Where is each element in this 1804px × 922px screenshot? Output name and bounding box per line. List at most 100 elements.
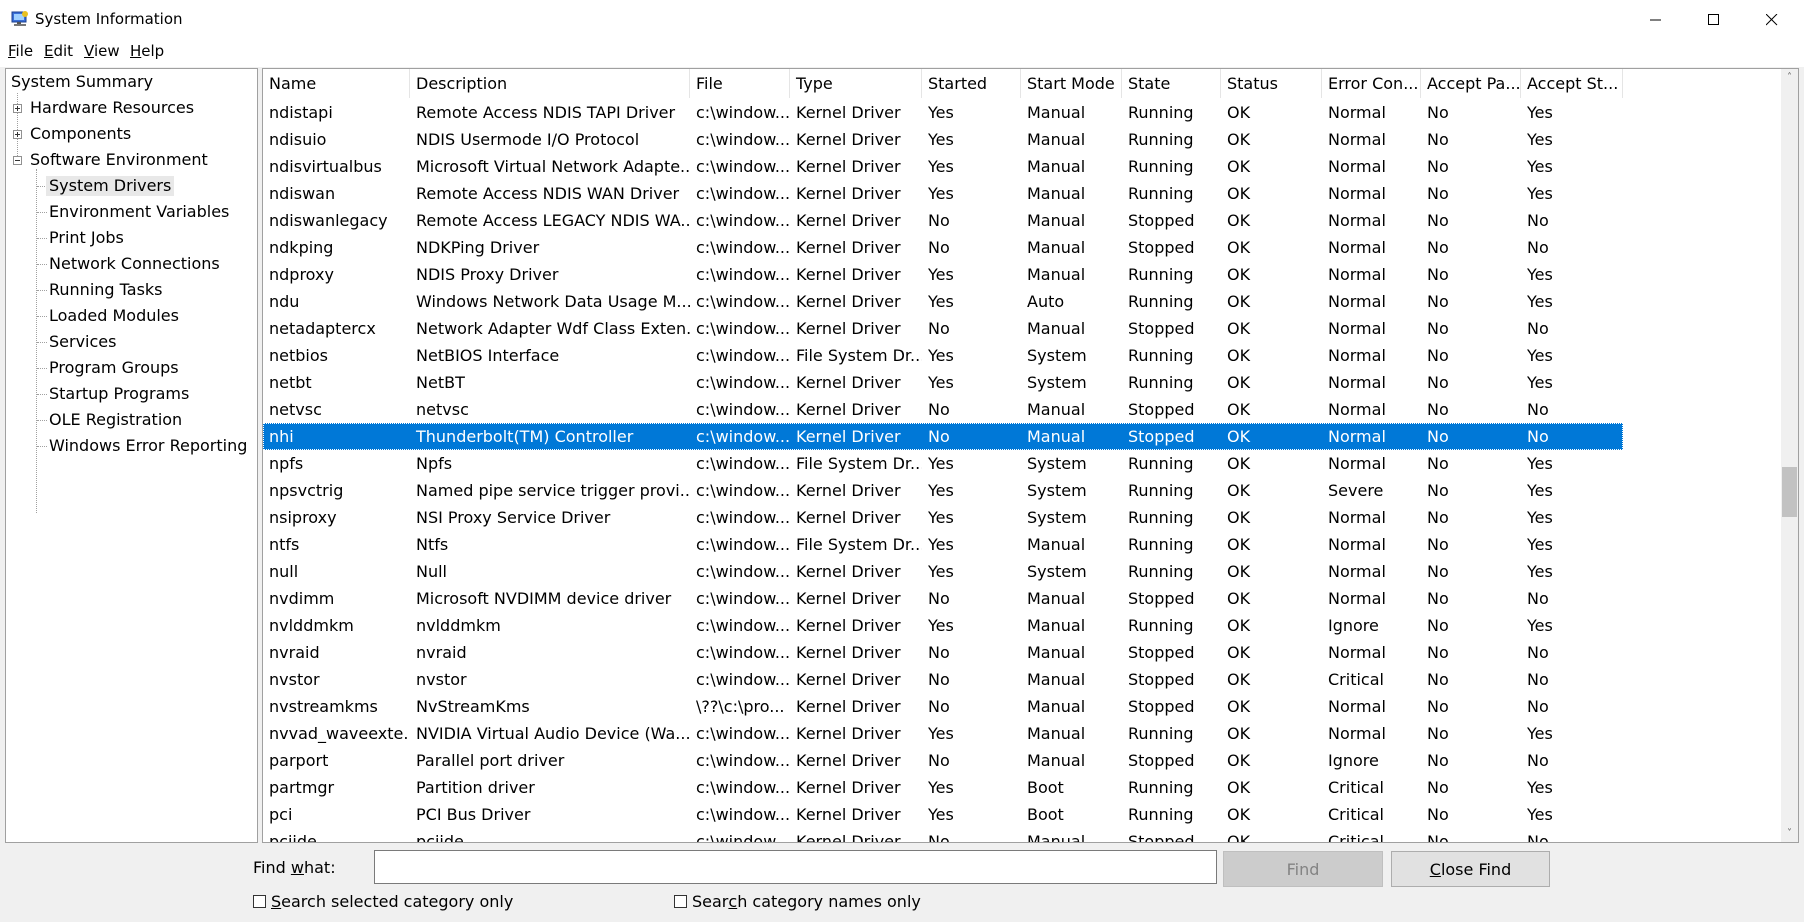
table-row[interactable]: parport Parallel port driver c:\window... K… bbox=[263, 747, 1623, 774]
tree-item-ole-registration[interactable]: OLE Registration bbox=[49, 410, 182, 430]
column-header-started[interactable]: Started bbox=[922, 69, 1021, 98]
table-row[interactable]: nvraid nvraid c:\window... Kernel Driver No M… bbox=[263, 639, 1623, 666]
table-row[interactable]: npsvctrig Named pipe service trigger prov… bbox=[263, 477, 1623, 504]
tree-item-loaded-modules[interactable]: Loaded Modules bbox=[49, 306, 179, 326]
scroll-down-icon[interactable]: ˅ bbox=[1781, 825, 1798, 842]
table-row[interactable]: netbt NetBT c:\window... Kernel Driver Yes Sy… bbox=[263, 369, 1623, 396]
column-header-name[interactable]: Name bbox=[263, 69, 410, 98]
menu-file[interactable]: File bbox=[8, 42, 33, 60]
column-header-error-control[interactable]: Error Con... bbox=[1322, 69, 1421, 98]
category-tree[interactable]: System Summary Hardware Resources Compon… bbox=[5, 68, 258, 843]
tree-item-software-environment[interactable]: Software Environment bbox=[30, 150, 208, 170]
table-row[interactable]: nvstor nvstor c:\window... Kernel Driver No M… bbox=[263, 666, 1623, 693]
cell-started: Yes bbox=[928, 616, 954, 635]
collapse-software-icon[interactable] bbox=[13, 156, 22, 165]
cell-type: Kernel Driver bbox=[796, 724, 901, 743]
tree-item-program-groups[interactable]: Program Groups bbox=[49, 358, 179, 378]
tree-item-hardware-resources[interactable]: Hardware Resources bbox=[30, 98, 194, 118]
table-row[interactable]: nvstreamkms NvStreamKms \??\c:\pro... Kerne… bbox=[263, 693, 1623, 720]
column-header-file[interactable]: File bbox=[690, 69, 790, 98]
search-selected-category-checkbox[interactable]: Search selected category only bbox=[253, 892, 513, 911]
cell-error-control: Severe bbox=[1328, 481, 1384, 500]
tree-item-components[interactable]: Components bbox=[30, 124, 131, 144]
column-header-state[interactable]: State bbox=[1122, 69, 1221, 98]
table-row[interactable]: nvlddmkm nvlddmkm c:\window... Kernel Drive… bbox=[263, 612, 1623, 639]
table-row[interactable]: nsiproxy NSI Proxy Service Driver c:\windo… bbox=[263, 504, 1623, 531]
scrollbar-thumb[interactable] bbox=[1782, 467, 1797, 517]
checkbox-box[interactable] bbox=[674, 895, 687, 908]
cell-status: OK bbox=[1227, 130, 1251, 149]
cell-description: NDKPing Driver bbox=[416, 238, 540, 257]
cell-file: c:\window... bbox=[696, 751, 790, 770]
expand-components-icon[interactable] bbox=[13, 130, 22, 139]
table-row[interactable]: pci PCI Bus Driver c:\window... Kernel Driv… bbox=[263, 801, 1623, 828]
cell-type: Kernel Driver bbox=[796, 481, 901, 500]
table-row[interactable]: ndiswanlegacy Remote Access LEGACY NDIS W… bbox=[263, 207, 1623, 234]
cell-name: nhi bbox=[269, 427, 294, 446]
tree-item-system-drivers[interactable]: System Drivers bbox=[46, 176, 175, 196]
table-row[interactable]: ndu Windows Network Data Usage M... c:\win… bbox=[263, 288, 1623, 315]
tree-item-running-tasks[interactable]: Running Tasks bbox=[49, 280, 163, 300]
cell-status: OK bbox=[1227, 643, 1251, 662]
search-category-names-checkbox[interactable]: Sear c h category names only bbox=[674, 892, 921, 911]
cell-name: ndisvirtualbus bbox=[269, 157, 382, 176]
column-header-accept-pause[interactable]: Accept Pa... bbox=[1421, 69, 1521, 98]
tree-item-system-summary[interactable]: System Summary bbox=[11, 72, 153, 92]
tree-item-startup-programs[interactable]: Startup Programs bbox=[49, 384, 189, 404]
table-row[interactable]: nvdimm Microsoft NVDIMM device driver c:\w… bbox=[263, 585, 1623, 612]
find-what-input[interactable] bbox=[374, 850, 1217, 884]
find-button[interactable]: Find bbox=[1223, 851, 1383, 887]
cell-accept-pause: No bbox=[1427, 724, 1449, 743]
table-row[interactable]: ndisuio NDIS Usermode I/O Protocol c:\wind… bbox=[263, 126, 1623, 153]
table-row[interactable]: ndistapi Remote Access NDIS TAPI Driver c:… bbox=[263, 99, 1623, 126]
cell-state: Stopped bbox=[1128, 427, 1195, 446]
cell-description: Parallel port driver bbox=[416, 751, 565, 770]
checkbox-box[interactable] bbox=[253, 895, 266, 908]
cell-type: Kernel Driver bbox=[796, 130, 901, 149]
table-row[interactable]: npfs Npfs c:\window... File System Dr... Yes… bbox=[263, 450, 1623, 477]
cell-state: Stopped bbox=[1128, 589, 1195, 608]
cell-description: NSI Proxy Service Driver bbox=[416, 508, 611, 527]
cell-accept-stop: No bbox=[1527, 697, 1549, 716]
menu-view[interactable]: View bbox=[84, 42, 120, 60]
column-header-type[interactable]: Type bbox=[790, 69, 922, 98]
cell-started: No bbox=[928, 697, 950, 716]
table-row[interactable]: ndiswan Remote Access NDIS WAN Driver c:\w… bbox=[263, 180, 1623, 207]
vertical-scrollbar[interactable]: ˄ ˅ bbox=[1781, 69, 1798, 842]
menu-edit[interactable]: Edit bbox=[44, 42, 73, 60]
scroll-up-icon[interactable]: ˄ bbox=[1781, 69, 1798, 86]
table-row[interactable]: netvsc netvsc c:\window... Kernel Driver No M… bbox=[263, 396, 1623, 423]
maximize-button[interactable] bbox=[1685, 0, 1743, 39]
cell-file: c:\window... bbox=[696, 589, 790, 608]
close-window-button[interactable] bbox=[1743, 0, 1801, 39]
column-header-start-mode[interactable]: Start Mode bbox=[1021, 69, 1122, 98]
expand-hardware-icon[interactable] bbox=[13, 104, 22, 113]
table-row[interactable]: ndkping NDKPing Driver c:\window... Kernel … bbox=[263, 234, 1623, 261]
table-row[interactable]: null Null c:\window... Kernel Driver Yes Syst… bbox=[263, 558, 1623, 585]
tree-item-network-connections[interactable]: Network Connections bbox=[49, 254, 220, 274]
cell-started: Yes bbox=[928, 535, 954, 554]
minimize-button[interactable] bbox=[1627, 0, 1685, 39]
close-find-button[interactable]: Close Find bbox=[1391, 851, 1550, 887]
cell-accept-stop: Yes bbox=[1527, 184, 1553, 203]
table-row[interactable]: partmgr Partition driver c:\window... Kerne… bbox=[263, 774, 1623, 801]
table-row[interactable]: ndproxy NDIS Proxy Driver c:\window... Kern… bbox=[263, 261, 1623, 288]
tree-item-print-jobs[interactable]: Print Jobs bbox=[49, 228, 124, 248]
column-header-status[interactable]: Status bbox=[1221, 69, 1322, 98]
table-row[interactable]: ntfs Ntfs c:\window... File System Dr... Yes… bbox=[263, 531, 1623, 558]
column-header-accept-stop[interactable]: Accept St... bbox=[1521, 69, 1623, 98]
close-find-accesskey: C bbox=[1429, 859, 1441, 879]
tree-item-windows-error-reporting[interactable]: Windows Error Reporting bbox=[49, 436, 247, 456]
table-row[interactable]: nvvad_waveexte... NVIDIA Virtual Audio De… bbox=[263, 720, 1623, 747]
table-row[interactable]: pciide pciide c:\window... Kernel Driver No M… bbox=[263, 828, 1623, 842]
table-row[interactable]: netbios NetBIOS Interface c:\window... File… bbox=[263, 342, 1623, 369]
column-header-description[interactable]: Description bbox=[410, 69, 690, 98]
tree-item-services[interactable]: Services bbox=[49, 332, 116, 352]
table-row[interactable]: ndisvirtualbus Microsoft Virtual Network … bbox=[263, 153, 1623, 180]
table-row[interactable]: netadaptercx Network Adapter Wdf Class Ex… bbox=[263, 315, 1623, 342]
details-list[interactable]: Name Description File Type Started Start Mode… bbox=[262, 68, 1799, 843]
tree-item-environment-variables[interactable]: Environment Variables bbox=[49, 202, 229, 222]
menu-help[interactable]: Help bbox=[130, 42, 164, 60]
table-row[interactable]: nhi Thunderbolt(TM) Controller c:\window..… bbox=[263, 423, 1623, 450]
tree-connector bbox=[37, 420, 47, 421]
